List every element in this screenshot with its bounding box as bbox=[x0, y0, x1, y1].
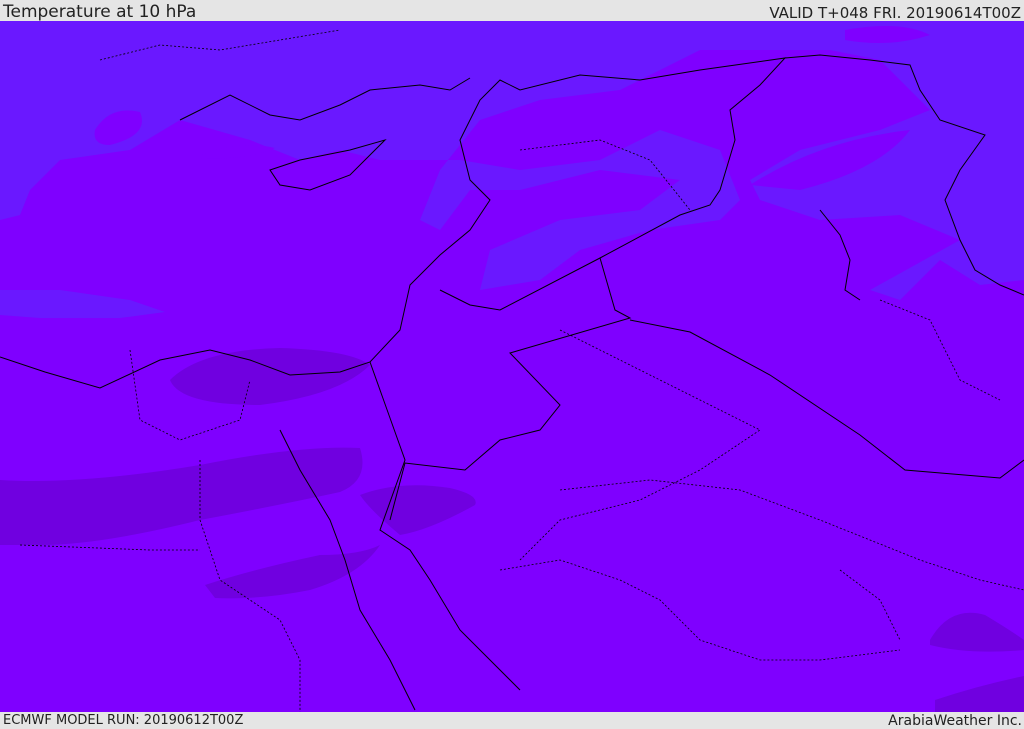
map-title: Temperature at 10 hPa bbox=[3, 2, 197, 22]
footer-bar: ECMWF MODEL RUN: 20190612T00Z ArabiaWeat… bbox=[0, 712, 1024, 729]
temperature-map[interactable] bbox=[0, 21, 1024, 712]
brand-credit: ArabiaWeather Inc. bbox=[888, 713, 1022, 729]
header-bar: Temperature at 10 hPa VALID T+048 FRI. 2… bbox=[0, 0, 1024, 21]
model-run: ECMWF MODEL RUN: 20190612T00Z bbox=[3, 713, 244, 728]
valid-time: VALID T+048 FRI. 20190614T00Z bbox=[769, 4, 1021, 22]
